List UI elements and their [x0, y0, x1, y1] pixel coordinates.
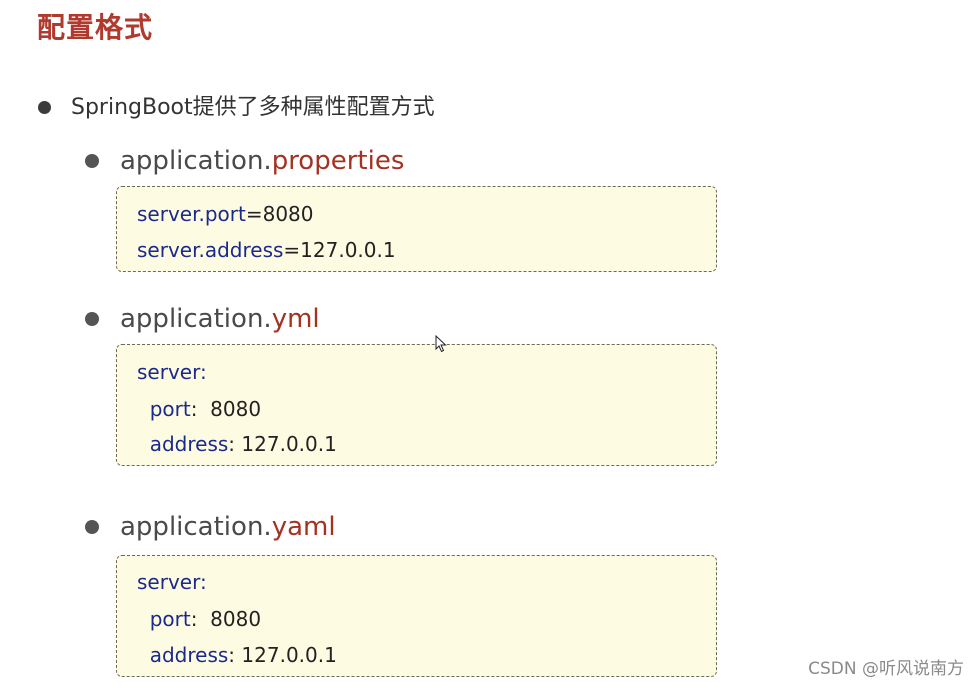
file-name-yaml: application.yaml	[120, 510, 336, 544]
code-value: 127.0.0.1	[241, 643, 337, 667]
code-key: server:	[137, 570, 207, 594]
file-name-yml: application.yml	[120, 302, 320, 336]
main-bullet-text: SpringBoot提供了多种属性配置方式	[71, 95, 435, 120]
code-line: server.port=8080	[137, 200, 314, 228]
code-line: address: 127.0.0.1	[137, 641, 337, 669]
file-base-name: application.	[120, 146, 272, 176]
code-value: 127.0.0.1	[300, 238, 396, 262]
code-line: port: 8080	[137, 395, 261, 423]
code-separator: =	[283, 238, 301, 262]
code-value: 8080	[210, 607, 262, 631]
code-separator: =	[245, 202, 263, 226]
code-line: server:	[137, 568, 207, 596]
bullet-dot	[85, 520, 99, 534]
file-extension: yml	[271, 304, 320, 334]
code-separator: :	[228, 432, 242, 456]
code-separator: :	[190, 397, 211, 421]
bullet-dot	[38, 101, 51, 114]
watermark: CSDN @听风说南方	[808, 659, 964, 679]
code-key: port	[137, 607, 191, 631]
code-box-yml: server: port: 8080 address: 127.0.0.1	[116, 344, 717, 466]
code-key: server.port	[137, 202, 246, 226]
slide-title: 配置格式	[37, 11, 154, 44]
file-extension: yaml	[271, 512, 336, 542]
code-box-yaml: server: port: 8080 address: 127.0.0.1	[116, 555, 717, 677]
code-key: server.address	[137, 238, 284, 262]
code-line: server.address=127.0.0.1	[137, 236, 396, 264]
code-line: server:	[137, 358, 207, 386]
code-separator: :	[228, 643, 242, 667]
code-line: port: 8080	[137, 605, 261, 633]
bullet-dot	[85, 312, 99, 326]
file-base-name: application.	[120, 512, 272, 542]
mouse-pointer-icon	[435, 335, 447, 353]
code-value: 127.0.0.1	[241, 432, 337, 456]
file-name-properties: application.properties	[120, 144, 404, 178]
file-base-name: application.	[120, 304, 272, 334]
file-extension: properties	[271, 146, 405, 176]
code-separator: :	[190, 607, 211, 631]
code-key: server:	[137, 360, 207, 384]
code-value: 8080	[210, 397, 262, 421]
code-key: address	[137, 432, 229, 456]
code-box-properties: server.port=8080 server.address=127.0.0.…	[116, 186, 717, 272]
code-key: address	[137, 643, 229, 667]
code-key: port	[137, 397, 191, 421]
code-line: address: 127.0.0.1	[137, 430, 337, 458]
code-value: 8080	[262, 202, 314, 226]
bullet-dot	[85, 154, 99, 168]
